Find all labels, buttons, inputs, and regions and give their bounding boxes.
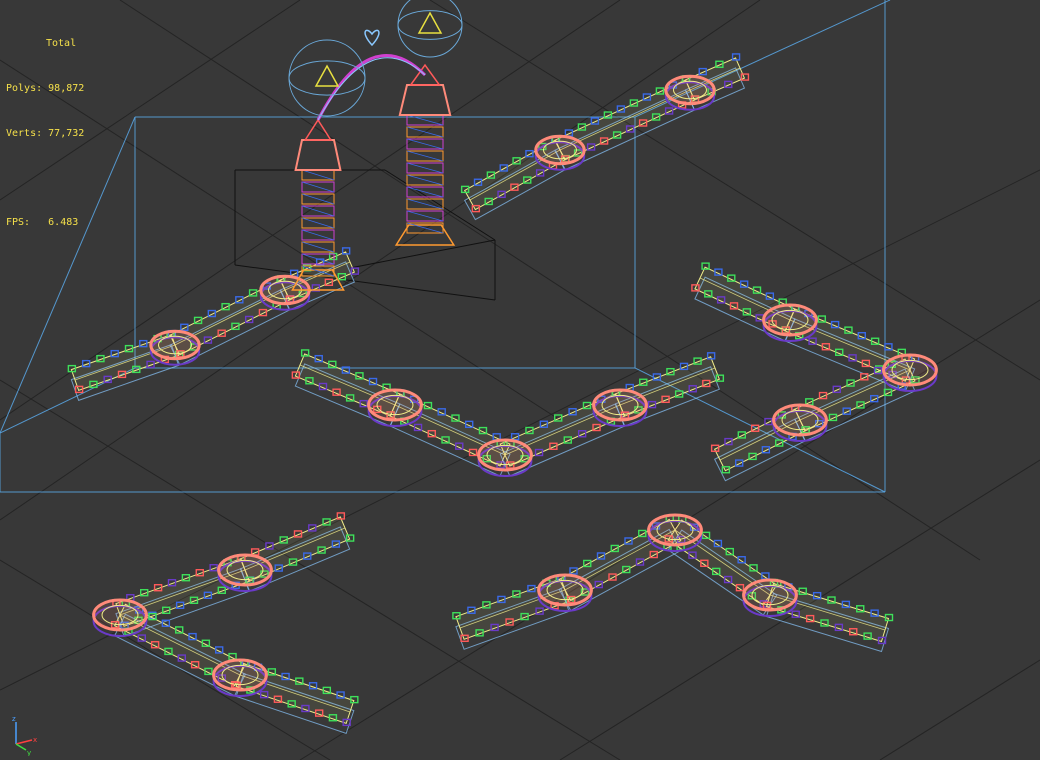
- tower-brace: [301, 217, 335, 229]
- tower-brace: [301, 169, 335, 181]
- tower-brace: [301, 181, 335, 193]
- viewport-statistics: Total Polys: 98,872 Verts: 77,732 FPS: 6…: [6, 6, 84, 260]
- polys-label: Polys:: [6, 83, 43, 94]
- stats-title: Total: [46, 38, 77, 49]
- gate-tower-right: [394, 63, 456, 246]
- light-icon: [314, 64, 340, 87]
- fps-value: 6.483: [48, 217, 79, 228]
- stats-polys: Polys: 98,872: [6, 81, 84, 96]
- tower-brace: [406, 138, 444, 150]
- tower-brace: [301, 193, 335, 205]
- tower-brace: [406, 162, 444, 174]
- light-orbit: [397, 10, 463, 40]
- perspective-viewport[interactable]: Total Polys: 98,872 Verts: 77,732 FPS: 6…: [0, 0, 1040, 760]
- path-module-6: [452, 513, 894, 653]
- path-module-5: [92, 512, 359, 735]
- axis-z-label: z: [12, 715, 16, 723]
- verts-label: Verts:: [6, 128, 43, 139]
- tower-crown: [398, 84, 452, 116]
- ref-edge: [349, 239, 496, 269]
- arch-curve-inner: [317, 57, 426, 121]
- light-icon: [417, 11, 443, 34]
- gate-arch: [316, 29, 427, 121]
- light-orbit: [397, 0, 463, 58]
- verts-value: 77,732: [48, 128, 85, 139]
- tower-brace: [406, 174, 444, 186]
- grid-line: [119, 0, 981, 561]
- stats-verts: Verts: 77,732: [6, 126, 84, 141]
- tower-brace: [301, 229, 335, 241]
- arch-curve: [316, 54, 427, 121]
- omni-light-right: [397, 0, 463, 58]
- axis-gizmo-icon: z x y: [12, 715, 37, 756]
- heart-icon: [364, 29, 380, 47]
- fps-label: FPS:: [6, 217, 31, 228]
- tower-crown: [294, 139, 342, 171]
- tower-brace: [406, 150, 444, 162]
- path-module-4: [691, 262, 938, 482]
- axis-y-label: y: [27, 749, 31, 756]
- path-module-2: [460, 53, 750, 221]
- polys-value: 98,872: [48, 83, 85, 94]
- tower-brace: [301, 205, 335, 217]
- axis-x-label: x: [33, 736, 37, 744]
- scene-wireframe[interactable]: [0, 0, 1040, 760]
- grid-line: [879, 659, 1040, 760]
- grid-line: [0, 0, 761, 521]
- tower-brace: [406, 126, 444, 138]
- path-module-3: [291, 349, 725, 477]
- tower-brace: [406, 210, 444, 222]
- stats-fps: FPS: 6.483: [6, 215, 84, 230]
- tower-brace: [301, 241, 335, 253]
